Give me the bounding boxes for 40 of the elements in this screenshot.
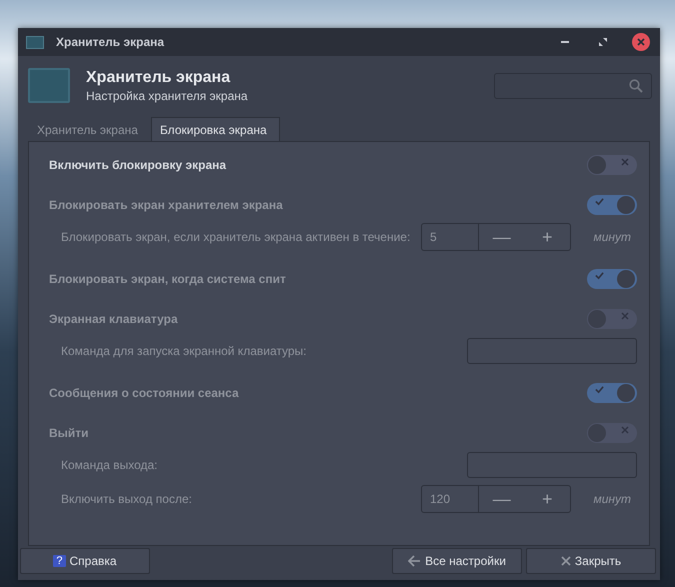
- unit-label: минут: [592, 492, 632, 506]
- close-button[interactable]: Закрыть: [526, 548, 656, 574]
- section-heading: Блокировать экран хранителем экрана: [49, 198, 284, 212]
- search-icon: [629, 78, 643, 92]
- setting-label: Блокировать экран, если хранитель экрана активен в течение:: [60, 230, 412, 244]
- section-heading: Сообщения о состоянии сеанса: [49, 386, 240, 400]
- check-icon: [595, 197, 604, 206]
- cross-icon: [621, 158, 629, 166]
- toggle-switch[interactable]: [587, 155, 637, 175]
- minimize-icon: [561, 41, 569, 43]
- command-field[interactable]: [467, 338, 637, 364]
- setting-label: Команда для запуска экранной клавиатуры:: [60, 344, 308, 358]
- tab[interactable]: Хранитель экрана: [28, 117, 151, 141]
- header-title: Хранитель экрана: [86, 68, 232, 86]
- maximize-icon: [599, 38, 607, 46]
- check-icon: [595, 271, 604, 280]
- window-title: Хранитель экрана: [56, 35, 166, 49]
- search-field[interactable]: [494, 72, 652, 98]
- section-heading: Блокировать экран, когда система спит: [49, 272, 287, 286]
- section-heading: Включить блокировку экрана: [49, 158, 228, 172]
- monitor-icon: [26, 36, 44, 48]
- close-icon: [637, 38, 645, 46]
- header-subtitle: Настройка хранителя экрана: [86, 88, 249, 102]
- setting-label: Включить выход после:: [60, 492, 193, 506]
- tab[interactable]: Блокировка экрана: [150, 117, 280, 141]
- help-icon: ?: [53, 555, 66, 567]
- command-field[interactable]: [467, 452, 637, 478]
- close-button[interactable]: [632, 33, 650, 51]
- arrow-left-icon: [408, 555, 422, 567]
- cross-icon: [621, 426, 629, 434]
- section-heading: Выйти: [49, 426, 90, 440]
- cross-icon: [621, 312, 629, 320]
- unit-label: минут: [592, 230, 632, 244]
- back-button[interactable]: Все настройки: [392, 548, 522, 574]
- close-icon: [560, 556, 571, 566]
- setting-label: Команда выхода:: [60, 458, 159, 472]
- monitor-icon: [28, 68, 70, 103]
- check-icon: [595, 385, 604, 394]
- section-heading: Экранная клавиатура: [49, 312, 179, 326]
- help-button[interactable]: ? Справка: [20, 548, 150, 574]
